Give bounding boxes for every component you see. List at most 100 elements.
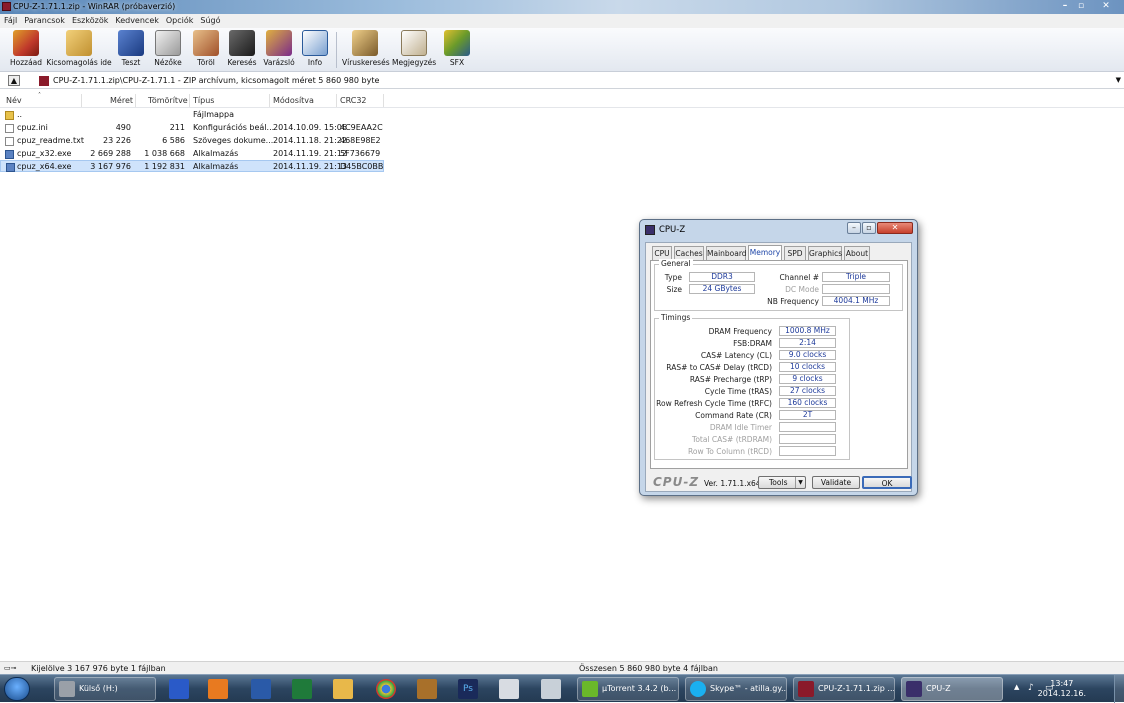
chevron-down-icon[interactable]: ▼: [1116, 76, 1121, 84]
timing-value: [779, 446, 836, 456]
taskbar-utorrent[interactable]: µTorrent 3.4.2 (b...: [577, 677, 679, 701]
clock[interactable]: 13:47 2014.12.16.: [1038, 679, 1086, 699]
ini-file-icon: [5, 124, 14, 133]
file-name: cpuz_x32.exe: [17, 149, 72, 158]
column-divider[interactable]: [269, 94, 270, 107]
cpuz-maximize-button[interactable]: ▫: [862, 222, 876, 234]
window-app-icon[interactable]: [499, 679, 519, 699]
ok-button[interactable]: OK: [862, 476, 912, 489]
menu-tools[interactable]: Eszközök: [68, 14, 111, 25]
taskbar-drive-h[interactable]: Külső (H:): [54, 677, 156, 701]
timing-value: 2:14: [779, 338, 836, 348]
wizard-button[interactable]: Varázsló: [262, 30, 296, 67]
info-button[interactable]: Info: [302, 30, 328, 67]
column-crc32[interactable]: CRC32: [340, 96, 367, 108]
column-divider[interactable]: [81, 94, 82, 107]
column-divider[interactable]: [135, 94, 136, 107]
tab-about[interactable]: About: [844, 246, 870, 260]
general-group-title: General: [659, 259, 693, 268]
timings-group-title: Timings: [659, 313, 693, 322]
save-disk-icon[interactable]: [169, 679, 189, 699]
file-row[interactable]: cpuz.ini 490 211 Konfigurációs beál... 2…: [0, 122, 384, 134]
chrome-icon[interactable]: [376, 679, 396, 699]
exe-file-icon: [6, 163, 15, 172]
delete-button[interactable]: Töröl: [192, 30, 220, 67]
photoshop-icon[interactable]: Ps: [458, 679, 478, 699]
taskbar-skype[interactable]: Skype™ - atilla.gy...: [685, 677, 787, 701]
cpuz-minimize-button[interactable]: –: [847, 222, 861, 234]
comment-icon: [401, 30, 427, 56]
exe-file-icon: [5, 150, 14, 159]
tab-mainboard[interactable]: Mainboard: [706, 246, 747, 260]
tab-graphics[interactable]: Graphics: [808, 246, 842, 260]
explorer-folder-icon[interactable]: [333, 679, 353, 699]
tab-spd[interactable]: SPD: [784, 246, 806, 260]
extract-to-button[interactable]: Kicsomagolás ide: [46, 30, 112, 67]
menu-favorites[interactable]: Kedvencek: [111, 14, 162, 25]
close-button[interactable]: ✕: [1095, 0, 1117, 12]
column-divider[interactable]: [383, 94, 384, 107]
test-button[interactable]: Teszt: [116, 30, 146, 67]
tools-button[interactable]: Tools ▼: [758, 476, 806, 489]
column-packed[interactable]: Tömörítve: [148, 96, 188, 108]
file-crc: D45BC0BB: [340, 162, 384, 171]
view-button[interactable]: Nézőke: [152, 30, 184, 67]
people-icon[interactable]: [417, 679, 437, 699]
cpuz-close-button[interactable]: ✕: [877, 222, 913, 234]
calculator-icon[interactable]: [541, 679, 561, 699]
chevron-down-icon[interactable]: ▼: [795, 477, 805, 488]
menu-commands[interactable]: Parancsok: [20, 14, 68, 25]
column-modified[interactable]: Módosítva: [273, 96, 314, 108]
menu-file[interactable]: Fájl: [0, 14, 20, 25]
timing-label: Total CAS# (tRDRAM): [692, 435, 772, 444]
cpuz-panel: CPU Caches Mainboard Memory SPD Graphics…: [645, 242, 912, 492]
media-player-icon[interactable]: [208, 679, 228, 699]
file-type: Fájlmappa: [193, 110, 234, 119]
dc-mode-label: DC Mode: [785, 285, 819, 294]
volume-icon[interactable]: ♪: [1028, 683, 1034, 693]
column-divider[interactable]: [189, 94, 190, 107]
file-row-selected[interactable]: cpuz_x64.exe 3 167 976 1 192 831 Alkalma…: [0, 160, 384, 172]
sfx-button[interactable]: SFX: [444, 30, 470, 67]
start-button[interactable]: [4, 677, 30, 701]
maximize-button[interactable]: ▫: [1070, 0, 1092, 12]
virus-scan-icon: [352, 30, 378, 56]
find-button[interactable]: Keresés: [224, 30, 260, 67]
file-row[interactable]: cpuz_x32.exe 2 669 288 1 038 668 Alkalma…: [0, 148, 384, 160]
add-archive-icon: [13, 30, 39, 56]
tab-memory[interactable]: Memory: [748, 245, 782, 261]
word-icon[interactable]: [251, 679, 271, 699]
menu-help[interactable]: Súgó: [196, 14, 223, 25]
taskbar-winrar[interactable]: CPU-Z-1.71.1.zip ...: [793, 677, 895, 701]
show-desktop-button[interactable]: [1114, 675, 1124, 703]
timing-label: CAS# Latency (CL): [700, 351, 772, 360]
timing-label: RAS# Precharge (tRP): [689, 375, 772, 384]
validate-button[interactable]: Validate: [812, 476, 860, 489]
file-crc: 468E98E2: [340, 136, 381, 145]
status-icons: ▭⊸: [4, 664, 17, 672]
add-button[interactable]: Hozzáad: [6, 30, 46, 67]
timing-label: Command Rate (CR): [695, 411, 772, 420]
timing-value: [779, 434, 836, 444]
timing-value: 9 clocks: [779, 374, 836, 384]
tray-expand-icon[interactable]: ▲: [1014, 683, 1019, 691]
column-size[interactable]: Méret: [110, 96, 133, 108]
up-folder-button[interactable]: ▲: [8, 75, 20, 86]
toolbar-separator: [336, 32, 337, 68]
taskbar-cpuz[interactable]: CPU-Z: [901, 677, 1003, 701]
menu-options[interactable]: Opciók: [162, 14, 197, 25]
file-row[interactable]: cpuz_readme.txt 23 226 6 586 Szöveges do…: [0, 135, 384, 147]
timing-label: Row Refresh Cycle Time (tRFC): [656, 399, 772, 408]
excel-icon[interactable]: [292, 679, 312, 699]
column-name[interactable]: Név: [6, 96, 22, 108]
virus-scan-button[interactable]: Víruskeresés: [342, 30, 390, 67]
binoculars-icon: [229, 30, 255, 56]
column-type[interactable]: Típus: [193, 96, 214, 108]
column-divider[interactable]: [336, 94, 337, 107]
tab-caches[interactable]: Caches: [674, 246, 704, 260]
file-row[interactable]: .. Fájlmappa: [0, 109, 384, 121]
memory-tab-page: General Type DDR3 Size 24 GBytes Channel…: [650, 259, 908, 469]
file-modified: 2014.10.09. 15:06: [273, 123, 347, 132]
comment-button[interactable]: Megjegyzés: [392, 30, 436, 67]
tab-cpu[interactable]: CPU: [652, 246, 672, 260]
